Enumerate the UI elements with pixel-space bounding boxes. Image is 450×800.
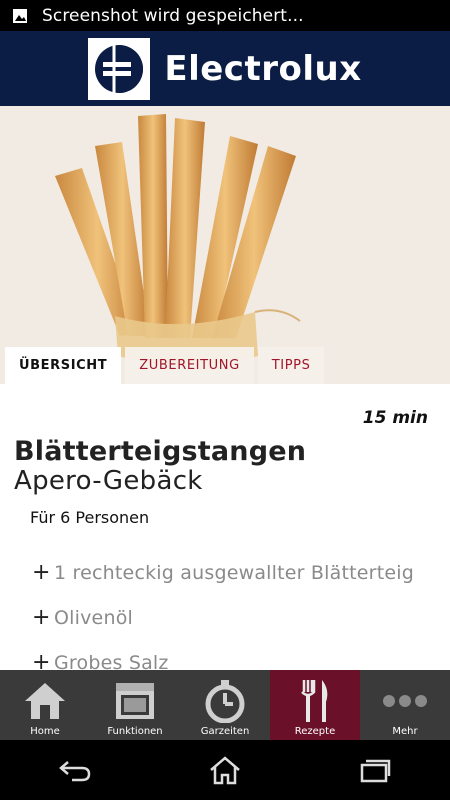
ingredient-list: + 1 rechteckig ausgewallter Blätterteig … bbox=[32, 550, 414, 670]
nav-label: Home bbox=[30, 726, 60, 737]
list-item[interactable]: + Grobes Salz bbox=[32, 640, 414, 670]
recipe-title: Blätterteigstangen bbox=[14, 436, 307, 467]
home-icon bbox=[20, 678, 70, 724]
list-item[interactable]: + 1 rechteckig ausgewallter Blätterteig bbox=[32, 550, 414, 595]
electrolux-logo-icon bbox=[88, 37, 151, 100]
nav-garzeiten[interactable]: Garzeiten bbox=[180, 670, 270, 740]
brand-header: Electrolux bbox=[0, 31, 450, 106]
nav-label: Garzeiten bbox=[200, 726, 250, 737]
recipe-subtitle: Apero-Gebäck bbox=[14, 466, 203, 496]
nav-label: Funktionen bbox=[107, 726, 163, 737]
tab-tipps[interactable]: TIPPS bbox=[257, 347, 325, 384]
tab-uebersicht[interactable]: ÜBERSICHT bbox=[5, 347, 122, 384]
nav-mehr[interactable]: Mehr bbox=[360, 670, 450, 740]
recipe-hero-image: ÜBERSICHT ZUBEREITUNG TIPPS bbox=[0, 106, 450, 384]
image-icon bbox=[12, 8, 28, 24]
tab-zubereitung[interactable]: ZUBEREITUNG bbox=[125, 347, 254, 384]
plus-icon: + bbox=[32, 650, 51, 670]
recipe-duration: 15 min bbox=[362, 408, 428, 428]
system-navigation-bar bbox=[0, 740, 450, 800]
nav-home[interactable]: Home bbox=[0, 670, 90, 740]
more-icon bbox=[380, 678, 430, 724]
recipe-tabs: ÜBERSICHT ZUBEREITUNG TIPPS bbox=[5, 347, 328, 384]
list-item[interactable]: + Olivenöl bbox=[32, 595, 414, 640]
recipe-overview: 15 min Blätterteigstangen Apero-Gebäck F… bbox=[0, 384, 450, 670]
fork-knife-icon bbox=[290, 678, 340, 724]
ingredient-text: 1 rechteckig ausgewallter Blätterteig bbox=[54, 561, 414, 584]
plus-icon: + bbox=[32, 605, 51, 630]
bottom-navigation: Home Funktionen Garzeiten Rezepte Mehr bbox=[0, 670, 450, 740]
nav-rezepte[interactable]: Rezepte bbox=[270, 670, 360, 740]
recipe-servings: Für 6 Personen bbox=[30, 508, 150, 527]
home-button-icon[interactable] bbox=[195, 748, 255, 792]
nav-funktionen[interactable]: Funktionen bbox=[90, 670, 180, 740]
ingredient-text: Grobes Salz bbox=[54, 651, 169, 671]
nav-label: Rezepte bbox=[294, 726, 336, 737]
recent-apps-icon[interactable] bbox=[345, 748, 405, 792]
back-icon[interactable] bbox=[45, 748, 105, 792]
status-text: Screenshot wird gespeichert... bbox=[42, 5, 304, 26]
status-bar: Screenshot wird gespeichert... bbox=[0, 0, 450, 31]
nav-label: Mehr bbox=[392, 726, 418, 737]
timer-icon bbox=[200, 678, 250, 724]
puff-pastry-sticks-illustration bbox=[0, 106, 450, 384]
ingredient-text: Olivenöl bbox=[54, 606, 133, 629]
oven-icon bbox=[110, 678, 160, 724]
plus-icon: + bbox=[32, 560, 51, 585]
brand-name: Electrolux bbox=[164, 48, 362, 89]
